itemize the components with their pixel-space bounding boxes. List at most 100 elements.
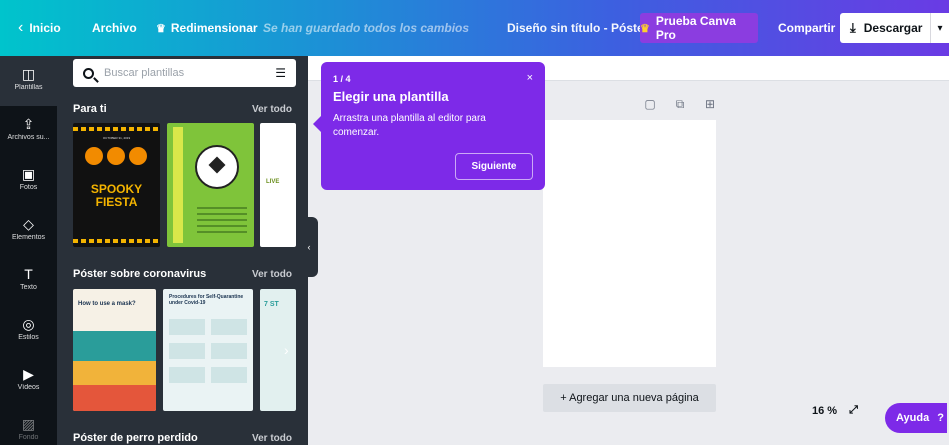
- text-icon: T: [24, 266, 33, 282]
- templates-panel: Buscar plantillas ☰ Para ti Ver todo OCT…: [57, 56, 308, 445]
- chevron-left-icon: ‹: [307, 242, 311, 252]
- search-input[interactable]: Buscar plantillas: [104, 67, 275, 79]
- decor-block: [73, 361, 156, 385]
- see-all-link[interactable]: Ver todo: [252, 269, 292, 280]
- decor-border: [73, 127, 160, 131]
- decor-border: [73, 239, 160, 243]
- decor-block: [73, 331, 156, 361]
- next-button[interactable]: Siguiente: [455, 153, 533, 180]
- template-icon: ◫: [21, 66, 36, 82]
- download-label: Descargar: [863, 21, 923, 35]
- search-icon: [83, 67, 94, 79]
- onboarding-tooltip: 1 / 4 × Elegir una plantilla Arrastra un…: [313, 62, 545, 190]
- close-icon[interactable]: ×: [527, 72, 533, 84]
- home-label: Inicio: [29, 21, 61, 35]
- note-icon[interactable]: ▢: [643, 97, 657, 112]
- zoom-level[interactable]: 16 %: [812, 405, 837, 417]
- sidebar-item-label: Archivos su...: [7, 134, 50, 141]
- page-tools: ▢ ⧉ ⊞: [643, 97, 717, 112]
- chevron-right-icon[interactable]: ›: [284, 342, 289, 358]
- decor-lines: [197, 207, 247, 237]
- decor-block: [211, 367, 247, 383]
- pumpkin-icon: [129, 147, 147, 165]
- resize-button[interactable]: ♛ Redimensionar: [156, 0, 258, 56]
- help-question-icon: ?: [937, 412, 944, 424]
- zoom-control: 16 % ⤢: [812, 404, 858, 417]
- template-title: LIVE: [266, 179, 280, 185]
- sidebar-item-background[interactable]: ▨ Fondo: [0, 406, 57, 445]
- template-thumbnail[interactable]: Procedures for Self-Quarantine under Cov…: [163, 289, 253, 411]
- crown-icon: ♛: [640, 22, 650, 35]
- section-title: Póster de perro perdido: [73, 432, 198, 444]
- see-all-link[interactable]: Ver todo: [252, 433, 292, 444]
- sidebar-item-label: Estilos: [18, 334, 39, 341]
- decor-block: [211, 319, 247, 335]
- download-options-button[interactable]: ▾: [930, 13, 949, 43]
- duplicate-icon[interactable]: ⧉: [673, 97, 687, 112]
- template-title: Procedures for Self-Quarantine under Cov…: [169, 294, 244, 306]
- upload-icon: ⇪: [22, 116, 35, 132]
- download-icon: ⤓: [850, 20, 856, 35]
- tooltip-body: Arrastra una plantilla al editor para co…: [333, 113, 486, 138]
- photo-icon: ▣: [21, 166, 36, 182]
- help-label: Ayuda: [896, 412, 930, 424]
- sidebar-item-uploads[interactable]: ⇪ Archivos su...: [0, 106, 57, 156]
- pumpkin-icon: [85, 147, 103, 165]
- soccer-ball-icon: [195, 145, 239, 189]
- download-button[interactable]: ⤓ Descargar: [840, 13, 930, 43]
- template-title: FIESTA: [95, 195, 138, 209]
- template-thumbnail[interactable]: 7 ST: [260, 289, 296, 411]
- tooltip-step-counter: 1 / 4: [333, 74, 351, 84]
- video-icon: ▶: [23, 366, 34, 382]
- shapes-icon: ◇: [23, 216, 34, 232]
- sidebar-item-label: Fotos: [19, 184, 38, 191]
- add-page-icon[interactable]: ⊞: [703, 97, 717, 112]
- decor-block: [211, 343, 247, 359]
- decor-stripe: [173, 127, 183, 243]
- filter-icon[interactable]: ☰: [275, 66, 286, 80]
- template-thumbnail[interactable]: [167, 123, 254, 247]
- help-button[interactable]: Ayuda ?: [885, 403, 947, 433]
- try-pro-button[interactable]: ♛ Prueba Canva Pro: [640, 13, 758, 43]
- template-thumbnail[interactable]: OCTOBER 31, 2019 SPOOKY FIESTA: [73, 123, 160, 247]
- sidebar-item-photos[interactable]: ▣ Fotos: [0, 156, 57, 206]
- tooltip-title: Elegir una plantilla: [333, 89, 449, 104]
- fullscreen-icon[interactable]: ⤢: [849, 404, 858, 417]
- sidebar-item-label: Elementos: [11, 234, 46, 241]
- decor-block: [169, 367, 205, 383]
- template-thumbnail[interactable]: LIVE: [260, 123, 296, 247]
- share-button[interactable]: Compartir: [778, 0, 835, 56]
- file-menu-button[interactable]: Archivo: [92, 0, 137, 56]
- sidebar-item-styles[interactable]: ◎ Estilos: [0, 306, 57, 356]
- template-thumbnail[interactable]: How to use a mask?: [73, 289, 156, 411]
- top-bar: ‹ Inicio Archivo ♛ Redimensionar Se han …: [0, 0, 949, 56]
- sidebar-item-elements[interactable]: ◇ Elementos: [0, 206, 57, 256]
- sidebar-item-templates[interactable]: ◫ Plantillas: [0, 56, 57, 106]
- sidebar-item-videos[interactable]: ▶ Vídeos: [0, 356, 57, 406]
- section-title: Para ti: [73, 103, 107, 115]
- template-title: SPOOKY: [90, 182, 143, 196]
- design-page[interactable]: [543, 120, 716, 367]
- chevron-down-icon: ▾: [937, 22, 943, 34]
- add-page-button[interactable]: + Agregar una nueva página: [543, 384, 716, 412]
- crown-icon: ♛: [156, 22, 166, 35]
- background-icon: ▨: [21, 416, 36, 432]
- search-bar[interactable]: Buscar plantillas ☰: [73, 59, 296, 87]
- section-title: Póster sobre coronavirus: [73, 268, 207, 280]
- chevron-left-icon: ‹: [18, 19, 24, 36]
- sidebar-item-text[interactable]: T Texto: [0, 256, 57, 306]
- side-nav: ◫ Plantillas ⇪ Archivos su... ▣ Fotos ◇ …: [0, 56, 57, 445]
- document-title[interactable]: Diseño sin título - Póster: [507, 0, 648, 56]
- sidebar-item-label: Vídeos: [17, 384, 40, 391]
- decor-block: [73, 385, 156, 411]
- chevron-right-icon[interactable]: ›: [284, 176, 289, 192]
- sidebar-item-label: Fondo: [18, 434, 39, 441]
- collapse-panel-button[interactable]: ‹: [300, 217, 318, 277]
- see-all-link[interactable]: Ver todo: [252, 104, 292, 115]
- resize-label: Redimensionar: [170, 21, 258, 35]
- template-date: OCTOBER 31, 2019: [102, 136, 131, 140]
- home-button[interactable]: ‹ Inicio: [18, 0, 61, 56]
- decor-block: [169, 343, 205, 359]
- template-title: How to use a mask?: [78, 301, 136, 307]
- sidebar-item-label: Plantillas: [14, 84, 43, 91]
